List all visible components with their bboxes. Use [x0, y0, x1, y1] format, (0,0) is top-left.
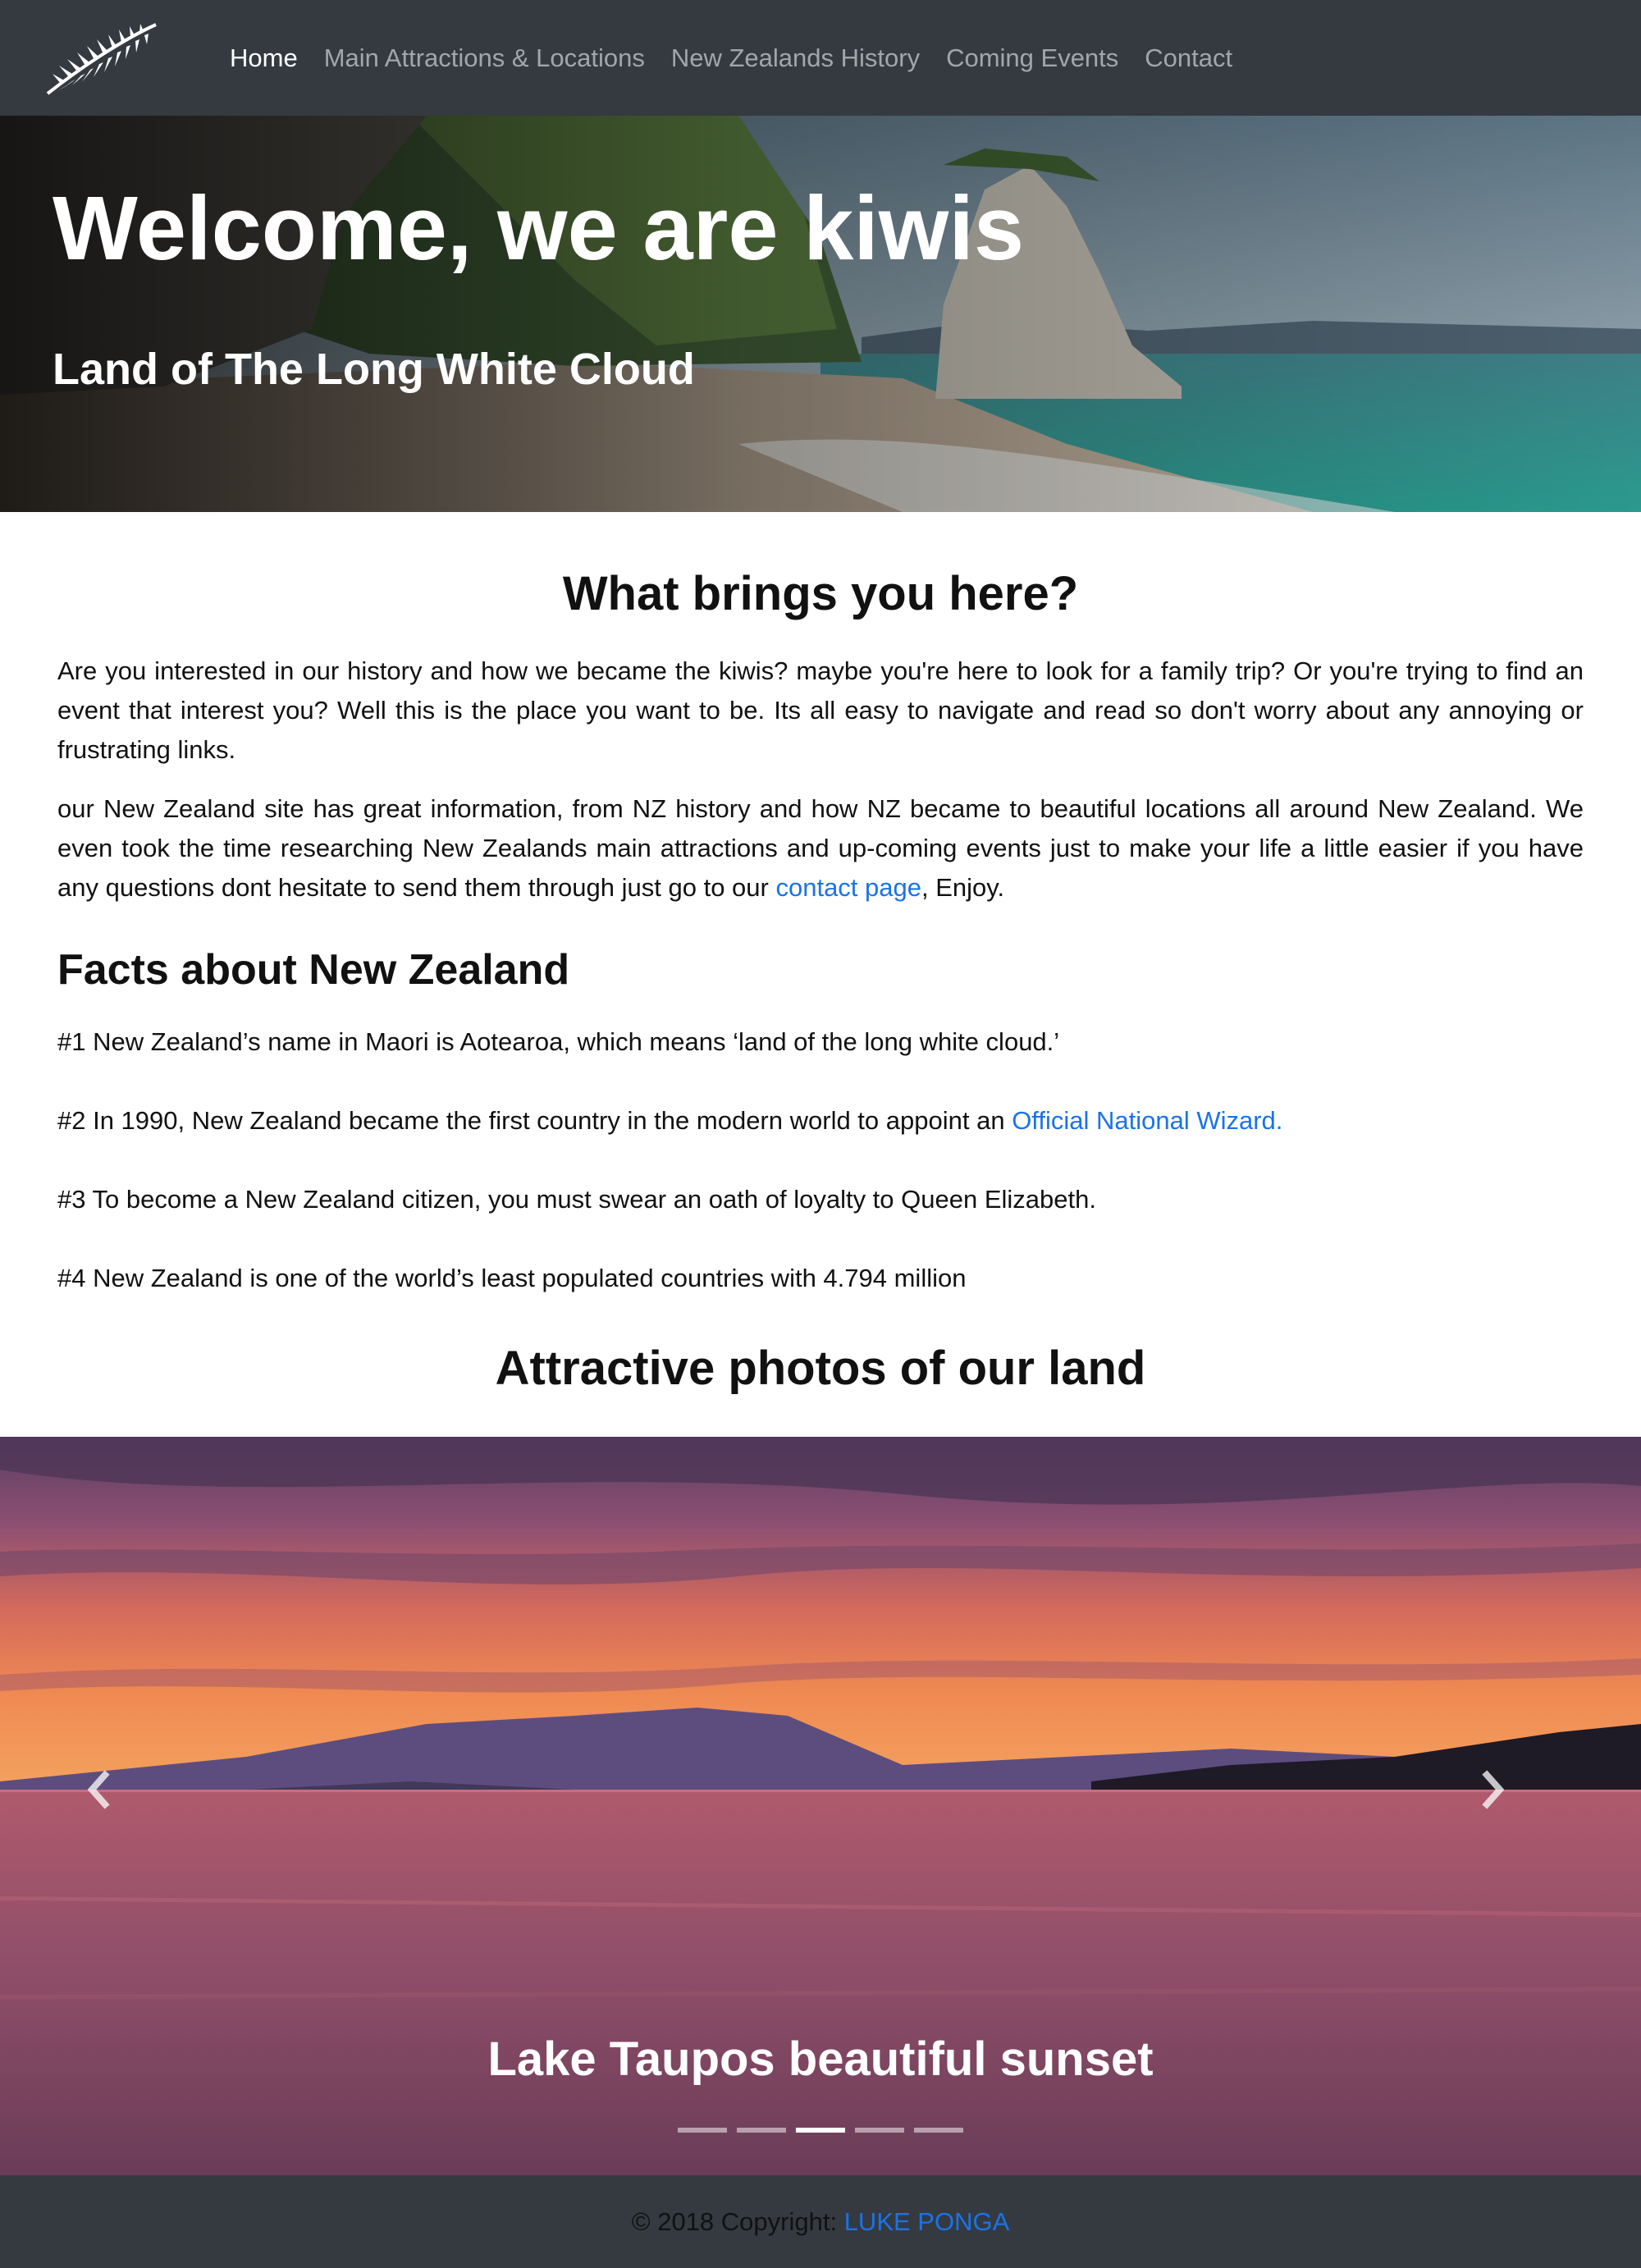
hero-subtitle: Land of The Long White Cloud: [53, 345, 695, 394]
nav-link-events[interactable]: Coming Events: [946, 43, 1118, 73]
navbar: Home Main Attractions & Locations New Ze…: [0, 0, 1641, 116]
nav-link-history[interactable]: New Zealands History: [671, 43, 920, 73]
carousel-caption: Lake Taupos beautiful sunset: [487, 2033, 1154, 2086]
carousel-indicator-5[interactable]: [914, 2128, 963, 2133]
footer-copyright: © 2018 Copyright: LUKE PONGA: [632, 2207, 1010, 2237]
carousel-indicator-1[interactable]: [678, 2128, 727, 2133]
facts-heading: Facts about New Zealand: [57, 946, 570, 994]
footer-author-link[interactable]: LUKE PONGA: [844, 2207, 1010, 2236]
footer-copyright-text: © 2018 Copyright:: [631, 2206, 844, 2236]
fact-4: #4 New Zealand is one of the world’s lea…: [57, 1264, 967, 1292]
silver-fern-icon[interactable]: [44, 21, 159, 97]
footer: © 2018 Copyright: LUKE PONGA: [0, 2175, 1641, 2268]
contact-page-link[interactable]: contact page: [775, 873, 921, 902]
intro-paragraph-1: Are you interested in our history and ho…: [57, 656, 1584, 764]
fact-3: #3 To become a New Zealand citizen, you …: [57, 1185, 1096, 1214]
fact-2: #2 In 1990, New Zealand became the first…: [57, 1106, 1282, 1136]
nav-link-attractions[interactable]: Main Attractions & Locations: [324, 43, 645, 73]
fact-2-text: #2 In 1990, New Zealand became the first…: [57, 1106, 1012, 1135]
intro-heading: What brings you here?: [562, 567, 1079, 620]
carousel-prev-button[interactable]: [82, 1765, 164, 1847]
hero-background-image: [0, 116, 1641, 512]
nav-menu: Home Main Attractions & Locations New Ze…: [230, 0, 1259, 116]
intro-paragraph-2: our New Zealand site has great informati…: [57, 789, 1584, 908]
photo-carousel: Lake Taupos beautiful sunset: [0, 1437, 1641, 2175]
hero-title: Welcome, we are kiwis: [53, 178, 1025, 279]
carousel-indicators: [678, 2128, 973, 2133]
fact-1: #1 New Zealand’s name in Maori is Aotear…: [57, 1027, 1060, 1056]
hero-banner: Welcome, we are kiwis Land of The Long W…: [0, 116, 1641, 512]
chevron-left-icon: [87, 1770, 110, 1809]
carousel-indicator-4[interactable]: [855, 2128, 904, 2133]
chevron-right-icon: [1482, 1770, 1505, 1809]
carousel-indicator-2[interactable]: [737, 2128, 786, 2133]
nav-link-home[interactable]: Home: [230, 43, 298, 73]
official-wizard-link[interactable]: Official National Wizard.: [1012, 1106, 1282, 1135]
carousel-indicator-3[interactable]: [796, 2128, 845, 2133]
intro-paragraph-2-end: , Enjoy.: [921, 873, 1005, 902]
nav-link-contact[interactable]: Contact: [1145, 43, 1232, 73]
photos-heading: Attractive photos of our land: [495, 1342, 1146, 1395]
carousel-next-button[interactable]: [1477, 1765, 1559, 1847]
